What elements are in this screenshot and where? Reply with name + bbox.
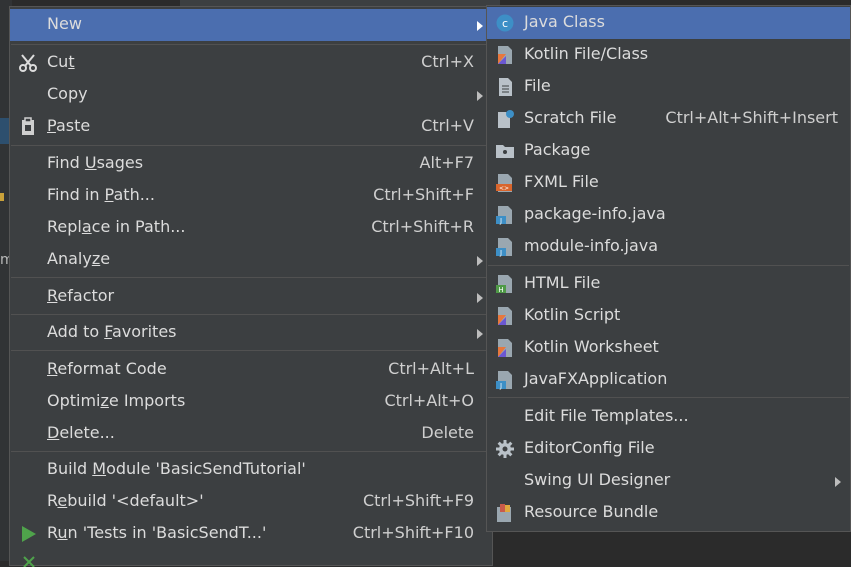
submenu-arrow-icon xyxy=(477,21,483,31)
menu-separator xyxy=(11,314,491,315)
shortcut: Ctrl+Alt+L xyxy=(388,359,474,378)
submenu-item-kotlin-script[interactable]: Kotlin Script xyxy=(487,300,850,332)
menu-separator xyxy=(488,265,849,266)
submenu-arrow-icon xyxy=(477,256,483,266)
submenu-item-java-class[interactable]: c Java Class xyxy=(487,7,850,39)
scratch-file-icon xyxy=(498,110,514,128)
menu-item-rebuild[interactable]: Rebuild '<default>' Ctrl+Shift+F9 xyxy=(10,486,492,518)
menu-item-run-tests[interactable]: Run 'Tests in 'BasicSendT...' Ctrl+Shift… xyxy=(10,518,492,550)
menu-item-delete[interactable]: Delete... Delete xyxy=(10,418,492,450)
menu-item-refactor[interactable]: Refactor xyxy=(10,281,492,313)
html-file-icon: H xyxy=(496,275,512,294)
debug-icon xyxy=(23,556,35,567)
menu-separator xyxy=(11,350,491,351)
shortcut: Ctrl+V xyxy=(421,116,474,135)
menu-item-cut[interactable]: Cut Ctrl+X xyxy=(10,47,492,79)
run-icon xyxy=(22,526,36,542)
menu-item-reformat-code[interactable]: Reformat Code Ctrl+Alt+L xyxy=(10,354,492,386)
submenu-item-editorconfig-file[interactable]: EditorConfig File xyxy=(487,433,850,465)
submenu-arrow-icon xyxy=(835,477,841,487)
submenu-item-scratch-file[interactable]: Scratch File Ctrl+Alt+Shift+Insert xyxy=(487,103,850,135)
submenu-arrow-icon xyxy=(477,293,483,303)
submenu-item-fxml-file[interactable]: <> FXML File xyxy=(487,167,850,199)
svg-text:H: H xyxy=(498,286,503,294)
file-icon xyxy=(499,78,512,96)
new-submenu: c Java Class Kotlin File/Class File Scra… xyxy=(486,5,851,532)
submenu-item-file[interactable]: File xyxy=(487,71,850,103)
java-class-icon: c xyxy=(496,14,514,32)
shortcut: Ctrl+Alt+Shift+Insert xyxy=(665,108,838,127)
clipboard-icon xyxy=(22,117,34,135)
kotlin-worksheet-icon xyxy=(498,339,512,357)
submenu-item-edit-file-templates[interactable]: Edit File Templates... xyxy=(487,401,850,433)
shortcut: Ctrl+Shift+R xyxy=(371,217,474,236)
menu-item-build-module[interactable]: Build Module 'BasicSendTutorial' xyxy=(10,454,492,486)
shortcut: Ctrl+Alt+O xyxy=(384,391,474,410)
submenu-item-swing-ui-designer[interactable]: Swing UI Designer xyxy=(487,465,850,497)
menu-item-copy[interactable]: Copy xyxy=(10,79,492,111)
gear-icon xyxy=(496,440,514,458)
fxml-file-icon: <> xyxy=(496,174,512,192)
submenu-arrow-icon xyxy=(477,91,483,101)
submenu-item-html-file[interactable]: H HTML File xyxy=(487,268,850,300)
menu-item-find-in-path[interactable]: Find in Path... Ctrl+Shift+F xyxy=(10,180,492,212)
menu-item-add-to-favorites[interactable]: Add to Favorites xyxy=(10,317,492,349)
submenu-item-javafx-application[interactable]: J JavaFXApplication xyxy=(487,364,850,396)
svg-text:J: J xyxy=(499,249,502,257)
editor-marker xyxy=(0,193,4,201)
menu-separator xyxy=(11,277,491,278)
shortcut: Ctrl+Shift+F xyxy=(373,185,474,204)
submenu-item-package[interactable]: Package xyxy=(487,135,850,167)
resource-bundle-icon xyxy=(497,504,511,522)
javafx-icon: J xyxy=(496,371,512,390)
menu-item-analyze[interactable]: Analyze xyxy=(10,244,492,276)
menu-item-new[interactable]: New xyxy=(10,9,492,41)
shortcut: Alt+F7 xyxy=(419,153,474,172)
scissors-icon xyxy=(19,54,37,72)
shortcut: Delete xyxy=(421,423,474,442)
submenu-item-module-info[interactable]: J module-info.java xyxy=(487,231,850,263)
project-context-menu: New Cut Ctrl+X Copy Paste Ctrl+V Find Us… xyxy=(9,6,493,567)
kotlin-script-icon xyxy=(498,307,512,325)
shortcut: Ctrl+Shift+F9 xyxy=(362,491,474,510)
menu-item-replace-in-path[interactable]: Replace in Path... Ctrl+Shift+R xyxy=(10,212,492,244)
submenu-item-kotlin-worksheet[interactable]: Kotlin Worksheet xyxy=(487,332,850,364)
shortcut: Ctrl+X xyxy=(421,52,474,71)
svg-text:J: J xyxy=(499,217,502,225)
submenu-arrow-icon xyxy=(477,329,483,339)
menu-item-paste[interactable]: Paste Ctrl+V xyxy=(10,111,492,143)
menu-separator xyxy=(11,145,491,146)
svg-text:c: c xyxy=(502,17,508,30)
menu-separator xyxy=(11,44,491,45)
submenu-item-resource-bundle[interactable]: Resource Bundle xyxy=(487,497,850,529)
menu-separator xyxy=(11,451,491,452)
submenu-item-package-info[interactable]: J package-info.java xyxy=(487,199,850,231)
java-file-icon: J xyxy=(496,206,512,225)
menu-separator xyxy=(488,397,849,398)
kotlin-file-icon xyxy=(498,46,512,64)
package-icon xyxy=(496,145,514,158)
menu-item-find-usages[interactable]: Find Usages Alt+F7 xyxy=(10,148,492,180)
submenu-item-kotlin-file[interactable]: Kotlin File/Class xyxy=(487,39,850,71)
svg-text:J: J xyxy=(499,382,502,390)
shortcut: Ctrl+Shift+F10 xyxy=(352,523,474,542)
java-file-icon: J xyxy=(496,238,512,257)
menu-item-optimize-imports[interactable]: Optimize Imports Ctrl+Alt+O xyxy=(10,386,492,418)
svg-text:<>: <> xyxy=(499,185,509,192)
